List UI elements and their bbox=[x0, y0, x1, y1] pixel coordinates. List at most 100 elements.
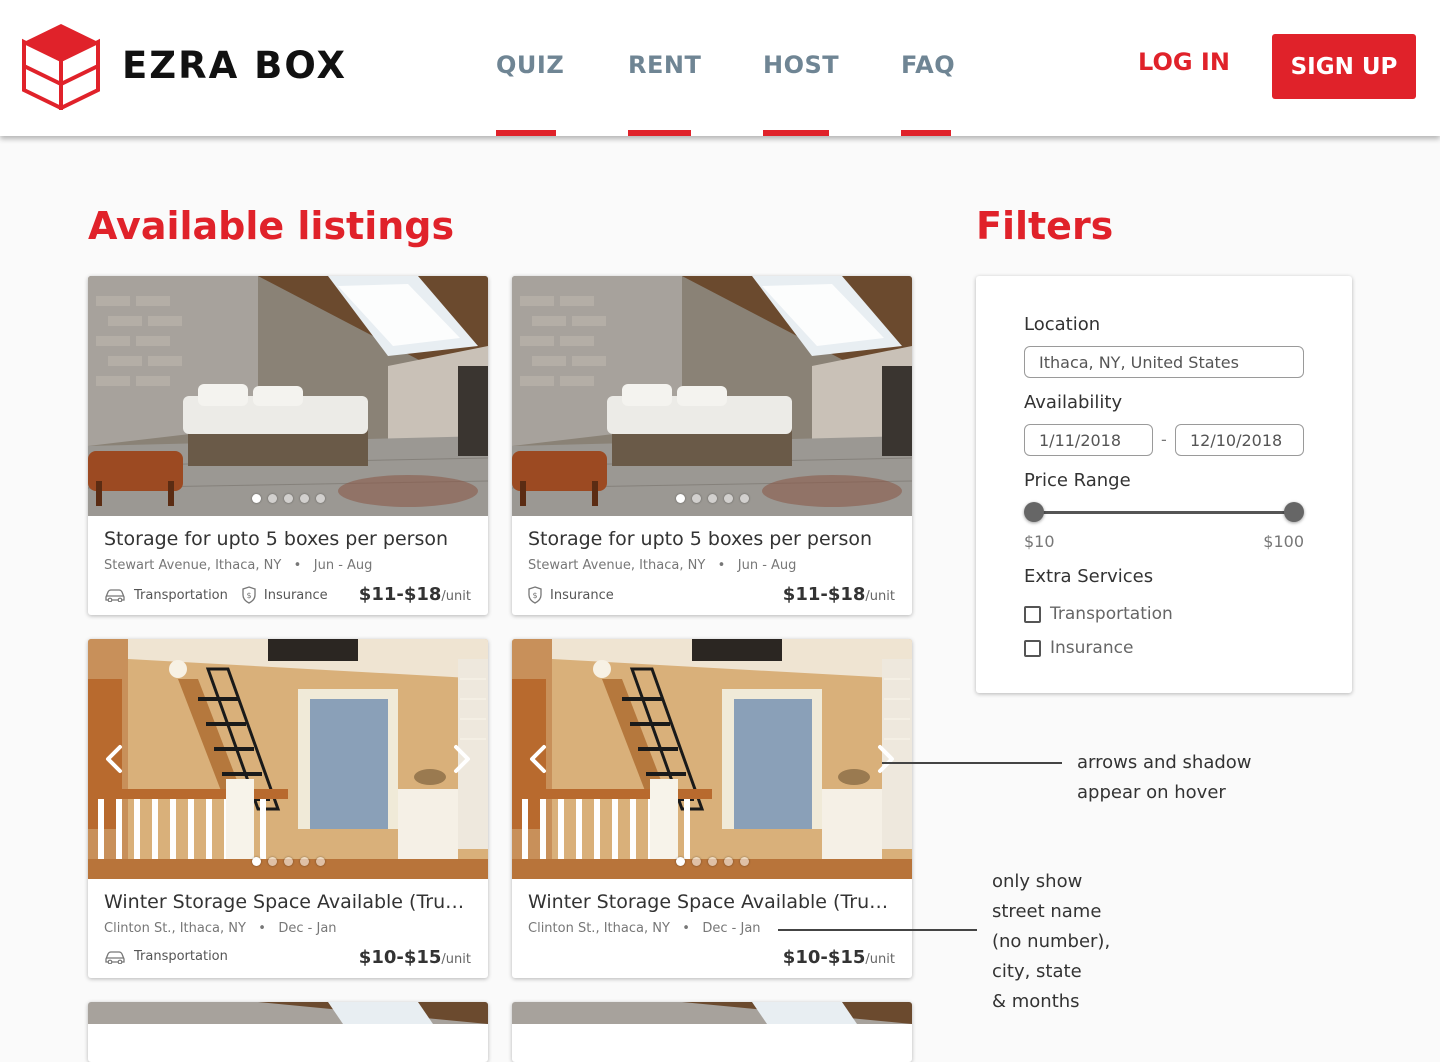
listing-title[interactable]: Winter Storage Space Available (Truck… bbox=[104, 891, 474, 913]
bullet-separator: • bbox=[250, 921, 275, 936]
price-range: $10-$15 bbox=[782, 947, 866, 968]
nav-quiz-label: QUIZ bbox=[496, 51, 565, 79]
transportation-checkbox-row[interactable]: Transportation bbox=[1024, 604, 1173, 624]
listing-price: $11-$18/unit bbox=[783, 584, 895, 605]
pagination-dot[interactable] bbox=[299, 857, 309, 866]
nav-quiz[interactable]: QUIZ bbox=[496, 0, 565, 136]
photo-pagination-dots bbox=[88, 494, 488, 503]
bullet-separator: • bbox=[285, 558, 310, 573]
login-link[interactable]: LOG IN bbox=[1138, 48, 1230, 76]
photo-pagination-dots bbox=[512, 494, 912, 503]
pagination-dot[interactable] bbox=[707, 857, 717, 866]
listing-card[interactable] bbox=[512, 1002, 912, 1062]
listing-title[interactable]: Storage for upto 5 boxes per person bbox=[528, 528, 898, 550]
price-min-handle[interactable] bbox=[1024, 502, 1044, 522]
price-range-track[interactable] bbox=[1034, 511, 1294, 514]
nav-rent-indicator bbox=[628, 130, 691, 136]
service-label: Transportation bbox=[134, 949, 228, 964]
pagination-dot[interactable] bbox=[315, 494, 325, 503]
price-range: $11-$18 bbox=[782, 584, 866, 605]
pagination-dot[interactable] bbox=[267, 857, 277, 866]
price-unit: /unit bbox=[865, 952, 895, 967]
listing-price: $10-$15/unit bbox=[783, 947, 895, 968]
pagination-dot[interactable] bbox=[251, 857, 261, 866]
nav-rent[interactable]: RENT bbox=[628, 0, 702, 136]
listing-title[interactable]: Storage for upto 5 boxes per person bbox=[104, 528, 474, 550]
chevron-right-icon[interactable] bbox=[870, 741, 900, 777]
listing-months: Jun - Aug bbox=[737, 558, 797, 573]
pagination-dot[interactable] bbox=[315, 857, 325, 866]
pagination-dot[interactable] bbox=[691, 494, 701, 503]
pagination-dot[interactable] bbox=[283, 857, 293, 866]
svg-text:$: $ bbox=[246, 591, 251, 600]
box-logo-icon[interactable] bbox=[22, 22, 100, 110]
nav-host[interactable]: HOST bbox=[763, 0, 839, 136]
price-unit: /unit bbox=[441, 589, 471, 604]
listing-services: $ Insurance bbox=[528, 586, 628, 604]
top-header: EZRA BOX QUIZ RENT HOST FAQ LOG IN SIGN … bbox=[0, 0, 1440, 136]
date-from-input[interactable] bbox=[1024, 424, 1153, 456]
photo-pagination-dots bbox=[88, 857, 488, 866]
listing-photo[interactable] bbox=[512, 639, 912, 879]
pagination-dot[interactable] bbox=[675, 857, 685, 866]
bullet-separator: • bbox=[674, 921, 699, 936]
price-range-label: Price Range bbox=[1024, 470, 1131, 491]
chevron-left-icon[interactable] bbox=[100, 741, 130, 777]
annotation-text: arrows and shadow bbox=[1077, 752, 1252, 773]
signup-button[interactable]: SIGN UP bbox=[1272, 34, 1416, 99]
car-icon bbox=[105, 950, 125, 964]
listing-card[interactable]: Storage for upto 5 boxes per person Stew… bbox=[88, 276, 488, 615]
listing-photo-partial bbox=[512, 1002, 912, 1024]
location-input[interactable] bbox=[1024, 346, 1304, 378]
listing-photo[interactable] bbox=[88, 639, 488, 879]
listing-location: Clinton St., Ithaca, NY • Dec - Jan bbox=[104, 921, 337, 936]
car-icon bbox=[105, 589, 125, 602]
pagination-dot[interactable] bbox=[267, 494, 277, 503]
pagination-dot[interactable] bbox=[707, 494, 717, 503]
chevron-right-icon[interactable] bbox=[446, 741, 476, 777]
listing-card[interactable]: Winter Storage Space Available (Truck… C… bbox=[512, 639, 912, 978]
date-to-input[interactable] bbox=[1175, 424, 1304, 456]
listing-card[interactable] bbox=[88, 1002, 488, 1062]
price-unit: /unit bbox=[441, 952, 471, 967]
pagination-dot[interactable] bbox=[675, 494, 685, 503]
listing-photo[interactable] bbox=[88, 276, 488, 516]
transportation-checkbox[interactable] bbox=[1024, 605, 1041, 623]
listing-card[interactable]: Winter Storage Space Available (Truck… C… bbox=[88, 639, 488, 978]
price-max-handle[interactable] bbox=[1284, 502, 1304, 522]
bullet-separator: • bbox=[709, 558, 734, 573]
listing-months: Jun - Aug bbox=[313, 558, 373, 573]
annotation-text: (no number), bbox=[992, 931, 1111, 952]
annotation-text: city, state bbox=[992, 961, 1082, 982]
nav-rent-label: RENT bbox=[628, 51, 702, 79]
price-range: $11-$18 bbox=[358, 584, 442, 605]
listing-photo[interactable] bbox=[512, 276, 912, 516]
pagination-dot[interactable] bbox=[691, 857, 701, 866]
insurance-checkbox[interactable] bbox=[1024, 639, 1041, 657]
pagination-dot[interactable] bbox=[283, 494, 293, 503]
listing-title[interactable]: Winter Storage Space Available (Truck… bbox=[528, 891, 898, 913]
hover-annotation: arrows and shadow appear on hover bbox=[1077, 748, 1252, 808]
address-annotation: only show street name (no number), city,… bbox=[992, 867, 1110, 1017]
pagination-dot[interactable] bbox=[739, 494, 749, 503]
price-max-value: $100 bbox=[1263, 532, 1304, 551]
pagination-dot[interactable] bbox=[723, 494, 733, 503]
nav-faq[interactable]: FAQ bbox=[901, 0, 955, 136]
listing-address: Clinton St., Ithaca, NY bbox=[104, 921, 246, 936]
pagination-dot[interactable] bbox=[723, 857, 733, 866]
listing-address: Stewart Avenue, Ithaca, NY bbox=[528, 558, 706, 573]
availability-label: Availability bbox=[1024, 392, 1123, 413]
pagination-dot[interactable] bbox=[251, 494, 261, 503]
pagination-dot[interactable] bbox=[739, 857, 749, 866]
shield-icon: $ bbox=[242, 586, 256, 604]
pagination-dot[interactable] bbox=[299, 494, 309, 503]
transportation-option-label: Transportation bbox=[1050, 604, 1173, 624]
attic-ladder-photo bbox=[88, 639, 488, 879]
insurance-checkbox-row[interactable]: Insurance bbox=[1024, 638, 1133, 658]
address-annotation-line bbox=[778, 929, 977, 931]
chevron-left-icon[interactable] bbox=[524, 741, 554, 777]
listing-card[interactable]: Storage for upto 5 boxes per person Stew… bbox=[512, 276, 912, 615]
brand-name[interactable]: EZRA BOX bbox=[122, 44, 347, 87]
service-transportation: Transportation bbox=[104, 588, 228, 603]
listing-price: $11-$18/unit bbox=[359, 584, 471, 605]
